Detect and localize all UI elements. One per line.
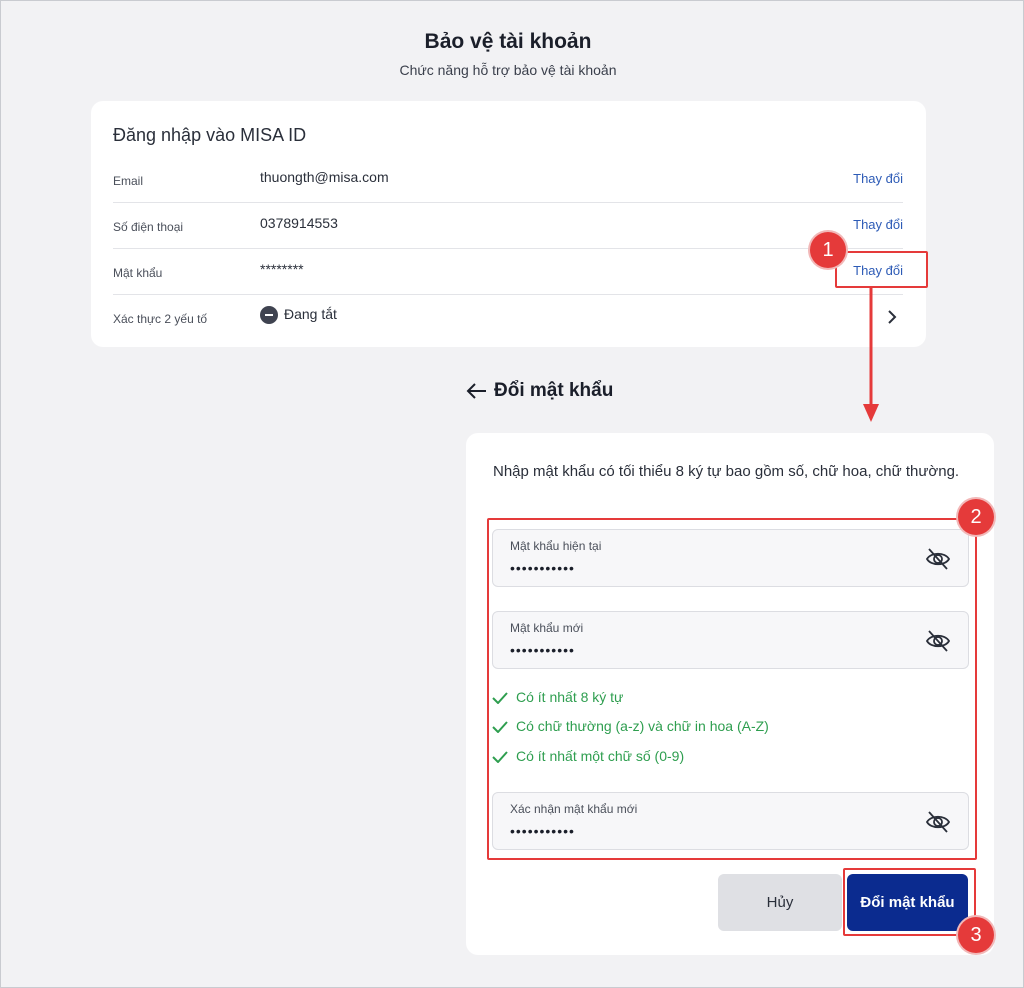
annotation-badge-1: 1 xyxy=(810,232,846,268)
annotation-arrow xyxy=(863,288,879,422)
phone-value: 0378914553 xyxy=(260,215,338,231)
phone-label: Số điện thoại xyxy=(113,220,184,234)
change-password-link[interactable]: Thay đổi xyxy=(853,263,903,278)
two-factor-label: Xác thực 2 yếu tố xyxy=(113,312,208,326)
rule-min-length-text: Có ít nhất 8 ký tự xyxy=(516,689,624,705)
eye-off-icon[interactable] xyxy=(925,547,951,571)
eye-off-icon[interactable] xyxy=(925,629,951,653)
new-password-field[interactable]: Mật khẩu mới ••••••••••• xyxy=(492,611,969,669)
new-password-input[interactable]: ••••••••••• xyxy=(510,642,575,658)
current-password-label: Mật khẩu hiện tại xyxy=(510,539,602,553)
login-card: Đăng nhập vào MISA ID Email thuongth@mis… xyxy=(91,101,926,347)
check-icon xyxy=(492,751,508,764)
two-factor-row[interactable]: Xác thực 2 yếu tố Đang tắt xyxy=(113,295,903,341)
rule-min-length: Có ít nhất 8 ký tự xyxy=(492,689,623,705)
change-phone-link[interactable]: Thay đổi xyxy=(853,217,903,232)
rule-case: Có chữ thường (a-z) và chữ in hoa (A-Z) xyxy=(492,718,769,734)
change-password-card: Nhập mật khẩu có tối thiểu 8 ký tự bao g… xyxy=(466,433,994,955)
eye-off-icon[interactable] xyxy=(925,810,951,834)
password-requirements-text: Nhập mật khẩu có tối thiểu 8 ký tự bao g… xyxy=(493,463,960,480)
password-label: Mật khẩu xyxy=(113,266,163,280)
rule-case-text: Có chữ thường (a-z) và chữ in hoa (A-Z) xyxy=(516,718,769,734)
two-factor-status-text: Đang tắt xyxy=(284,306,337,322)
change-email-link[interactable]: Thay đổi xyxy=(853,171,903,186)
annotation-badge-3: 3 xyxy=(958,917,994,953)
password-value: ******** xyxy=(260,261,304,277)
change-password-header: Đổi mật khẩu xyxy=(466,380,613,402)
two-factor-status: Đang tắt xyxy=(260,306,337,325)
new-password-label: Mật khẩu mới xyxy=(510,621,584,635)
change-password-button[interactable]: Đổi mật khẩu xyxy=(847,874,968,931)
phone-row: Số điện thoại 0378914553 Thay đổi xyxy=(113,203,903,249)
email-label: Email xyxy=(113,174,144,188)
confirm-password-field[interactable]: Xác nhận mật khẩu mới ••••••••••• xyxy=(492,792,969,850)
password-row: Mật khẩu ******** Thay đổi xyxy=(113,249,903,295)
email-row: Email thuongth@misa.com Thay đổi xyxy=(113,157,903,203)
confirm-password-label: Xác nhận mật khẩu mới xyxy=(510,802,638,816)
current-password-field[interactable]: Mật khẩu hiện tại ••••••••••• xyxy=(492,529,969,587)
change-password-title: Đổi mật khẩu xyxy=(494,380,614,401)
check-icon xyxy=(492,721,508,734)
confirm-password-input[interactable]: ••••••••••• xyxy=(510,823,575,839)
chevron-right-icon[interactable] xyxy=(885,310,899,324)
rule-digit-text: Có ít nhất một chữ số (0-9) xyxy=(516,748,685,764)
annotation-badge-2: 2 xyxy=(958,499,994,535)
page-title: Bảo vệ tài khoản xyxy=(424,30,592,53)
login-card-title: Đăng nhập vào MISA ID xyxy=(113,125,307,145)
minus-circle-icon xyxy=(260,306,278,325)
check-icon xyxy=(492,692,508,705)
current-password-input[interactable]: ••••••••••• xyxy=(510,560,575,576)
rule-digit: Có ít nhất một chữ số (0-9) xyxy=(492,748,684,764)
back-arrow-icon[interactable] xyxy=(466,382,488,400)
page-subtitle: Chức năng hỗ trợ bảo vệ tài khoản xyxy=(399,62,617,78)
cancel-button[interactable]: Hủy xyxy=(718,874,842,931)
email-value: thuongth@misa.com xyxy=(260,169,389,185)
